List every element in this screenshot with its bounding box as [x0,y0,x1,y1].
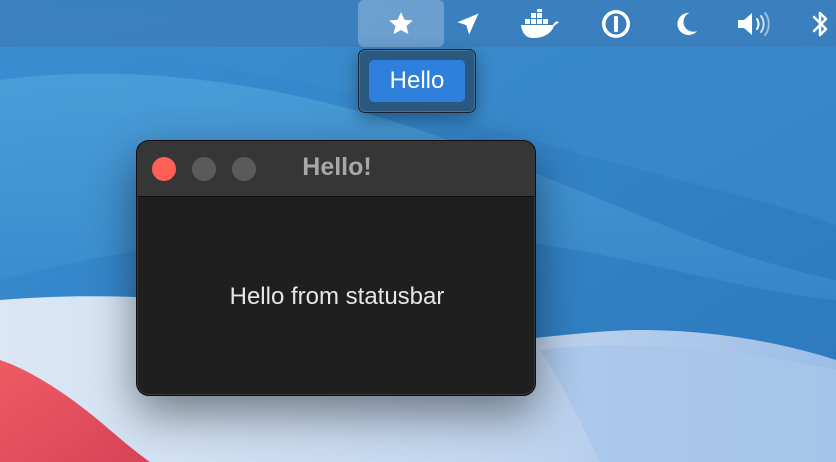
menubar-focus-item[interactable] [666,0,706,47]
1password-icon [602,9,630,38]
status-menu: Hello [358,49,476,113]
window-content: Hello from statusbar [137,197,535,395]
menu-bar [0,0,836,47]
desktop: Hello Hello! Hello from statusbar [0,0,836,462]
star-icon [389,11,413,34]
hello-window: Hello! Hello from statusbar [136,140,536,396]
window-titlebar[interactable]: Hello! [137,141,535,197]
menubar-location-item[interactable] [448,0,488,47]
menubar-1password-item[interactable] [596,0,636,47]
volume-icon [738,11,770,36]
hello-menu-item[interactable]: Hello [369,60,465,102]
docker-icon [521,8,559,38]
window-title: Hello! [302,153,372,181]
menubar-docker-item[interactable] [515,0,565,47]
menubar-bluetooth-item[interactable] [804,0,836,47]
menubar-volume-item[interactable] [730,0,778,47]
content-label: Hello from statusbar [229,283,445,310]
location-arrow-icon [457,13,479,34]
menubar-star-item[interactable] [358,0,444,47]
bluetooth-icon [812,11,828,36]
moon-icon [677,12,698,35]
